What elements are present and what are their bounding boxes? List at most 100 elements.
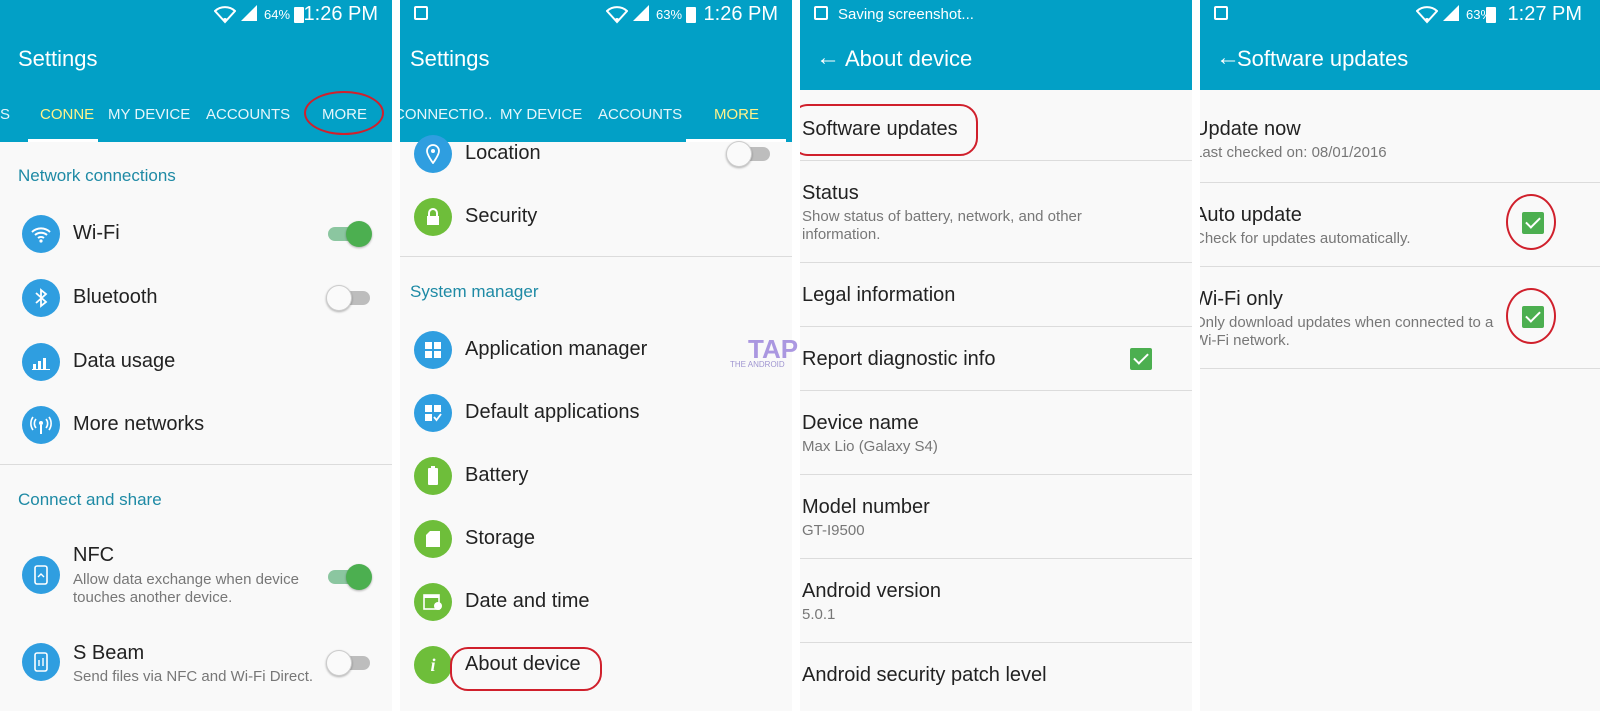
wifi-status-icon	[214, 6, 236, 24]
tab-more[interactable]: MORE	[714, 106, 759, 123]
default-apps-icon	[414, 394, 452, 432]
screenshot-notification-icon	[414, 6, 428, 20]
app-bar: Settings	[0, 28, 392, 90]
security-label: Security	[465, 205, 538, 227]
list-item-legal-information[interactable]: Legal information	[800, 262, 1192, 326]
bluetooth-label: Bluetooth	[73, 286, 158, 308]
about-device-screen: Saving screenshot... ← About device Soft…	[800, 0, 1192, 711]
list-item-security-patch: Android security patch level	[800, 642, 1192, 711]
watermark-logo: TAP THE ANDROID	[730, 334, 799, 369]
bluetooth-toggle[interactable]	[326, 285, 370, 311]
wifi-icon	[22, 215, 60, 253]
auto-update-checkbox[interactable]	[1522, 212, 1544, 234]
about-device-list: Software updates Status Show status of b…	[800, 90, 1192, 711]
security-patch-label: Android security patch level	[802, 664, 1047, 686]
android-version-label: Android version	[802, 580, 941, 602]
wifi-toggle[interactable]	[328, 221, 372, 247]
about-device-label: About device	[465, 653, 581, 675]
battery-icon	[686, 7, 696, 23]
tab-accounts[interactable]: ACCOUNTS	[598, 106, 682, 123]
date-time-label: Date and time	[465, 590, 590, 612]
list-item-bluetooth[interactable]: Bluetooth	[0, 278, 392, 318]
s-beam-label: S Beam	[73, 642, 145, 664]
device-name-label: Device name	[802, 412, 919, 434]
page-title: About device	[845, 46, 973, 71]
list-item-wifi[interactable]: Wi-Fi	[0, 214, 392, 254]
list-item-software-updates[interactable]: Software updates	[800, 90, 1192, 160]
calendar-icon	[414, 583, 452, 621]
list-item-security[interactable]: Security	[400, 197, 792, 237]
page-title: Settings	[410, 46, 490, 71]
app-manager-icon	[414, 331, 452, 369]
tab-accounts[interactable]: ACCOUNTS	[206, 106, 290, 123]
signal-icon	[633, 5, 649, 21]
tab-partial[interactable]: S	[0, 106, 10, 123]
signal-icon	[241, 5, 257, 21]
list-item-status[interactable]: Status Show status of battery, network, …	[800, 160, 1192, 262]
list-item-default-applications[interactable]: Default applications	[400, 393, 792, 433]
list-item-android-version[interactable]: Android version 5.0.1	[800, 558, 1192, 642]
nfc-label: NFC	[73, 544, 115, 566]
page-title: Software updates	[1237, 46, 1409, 71]
list-item-battery[interactable]: Battery	[400, 456, 792, 496]
location-toggle[interactable]	[726, 141, 770, 167]
list-item-location[interactable]: Location	[400, 134, 792, 174]
report-diagnostic-label: Report diagnostic info	[802, 348, 996, 370]
storage-icon	[414, 520, 452, 558]
list-item-update-now[interactable]: Update now Last checked on: 08/01/2016	[1200, 90, 1600, 182]
back-arrow-icon[interactable]: ←	[816, 44, 840, 72]
divider	[1200, 368, 1600, 369]
status-bar: 63% 1:27 PM	[1200, 0, 1600, 28]
list-item-nfc[interactable]: NFC Allow data exchange when device touc…	[0, 544, 392, 614]
list-item-data-usage[interactable]: Data usage	[0, 342, 392, 382]
software-updates-screen: 63% 1:27 PM ← Software updates Update no…	[1200, 0, 1600, 711]
info-icon: i	[414, 646, 452, 684]
tab-my-device[interactable]: MY DEVICE	[108, 106, 190, 123]
tab-more[interactable]: MORE	[322, 106, 367, 123]
screenshot-notification-icon	[814, 6, 828, 20]
list-item-wifi-only[interactable]: Wi-Fi only Only download updates when co…	[1200, 266, 1600, 368]
app-bar: ← About device	[800, 28, 1192, 90]
status-description: Show status of battery, network, and oth…	[802, 208, 1082, 243]
list-item-auto-update[interactable]: Auto update Check for updates automatica…	[1200, 182, 1600, 266]
section-header-system-manager: System manager	[410, 282, 539, 301]
battery-label: Battery	[465, 464, 529, 486]
update-now-label: Update now	[1200, 118, 1301, 140]
auto-update-description: Check for updates automatically.	[1200, 230, 1411, 247]
list-item-report-diagnostic[interactable]: Report diagnostic info	[800, 326, 1192, 390]
list-item-s-beam[interactable]: S Beam Send files via NFC and Wi-Fi Dire…	[0, 642, 392, 692]
list-item-more-networks[interactable]: More networks	[0, 405, 392, 445]
signal-icon	[1443, 5, 1459, 21]
clock: 1:26 PM	[303, 3, 378, 25]
wifi-status-icon	[606, 6, 628, 24]
list-item-storage[interactable]: Storage	[400, 519, 792, 559]
battery-icon	[294, 7, 304, 23]
divider	[0, 464, 392, 465]
tab-connections[interactable]: CONNE	[40, 106, 94, 123]
status-bar: 63% 1:26 PM	[400, 0, 792, 28]
more-networks-icon	[22, 406, 60, 444]
app-bar: ← Software updates	[1200, 28, 1600, 90]
clock: 1:26 PM	[703, 3, 778, 25]
section-header-connect-share: Connect and share	[18, 490, 162, 509]
tab-my-device[interactable]: MY DEVICE	[500, 106, 582, 123]
wifi-status-icon	[1416, 6, 1438, 24]
report-diagnostic-checkbox[interactable]	[1130, 348, 1152, 370]
wifi-only-checkbox[interactable]	[1522, 306, 1544, 328]
device-name-value: Max Lio (Galaxy S4)	[802, 438, 938, 455]
software-updates-list: Update now Last checked on: 08/01/2016 A…	[1200, 90, 1600, 711]
android-version-value: 5.0.1	[802, 606, 836, 623]
list-item-device-name[interactable]: Device name Max Lio (Galaxy S4)	[800, 390, 1192, 474]
data-usage-icon	[22, 343, 60, 381]
model-number-value: GT-I9500	[802, 522, 865, 539]
list-item-about-device[interactable]: i About device	[400, 645, 792, 691]
location-icon	[414, 135, 452, 173]
bluetooth-icon	[22, 279, 60, 317]
list-item-date-time[interactable]: Date and time	[400, 582, 792, 622]
tab-connections[interactable]: CONNECTIO..	[400, 106, 492, 123]
s-beam-toggle[interactable]	[326, 650, 370, 676]
saving-screenshot-text: Saving screenshot...	[838, 6, 974, 23]
battery-percent: 64%	[264, 7, 291, 22]
divider	[400, 256, 792, 257]
nfc-toggle[interactable]	[328, 564, 372, 590]
